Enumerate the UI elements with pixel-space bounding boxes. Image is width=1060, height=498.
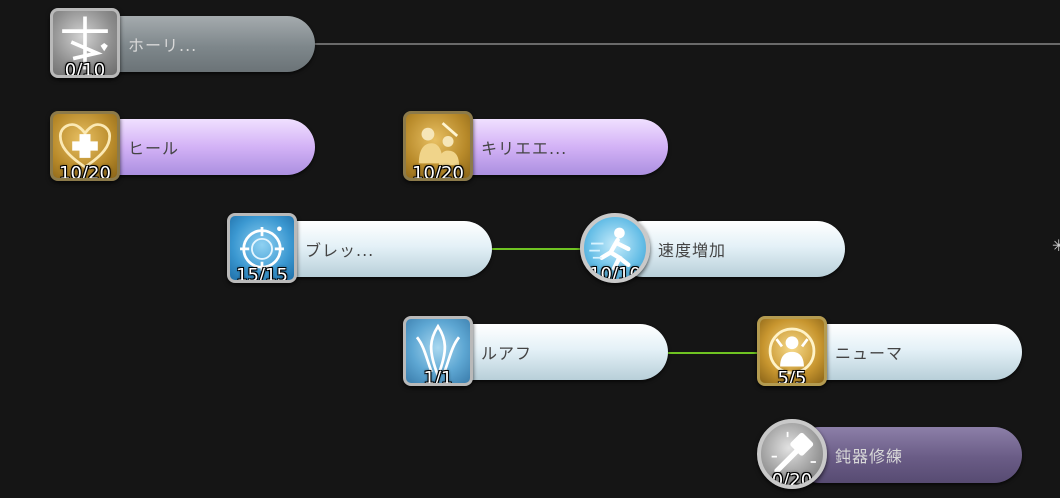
skill-node-holy[interactable]: ホーリ... 0/10 [50,8,318,84]
skill-name: ニューマ [835,344,904,363]
skill-level: 10/20 [412,163,464,181]
kneeling-figures-icon[interactable]: 10/20 [403,111,473,181]
offscreen-sparkle-icon: ✳ [1052,236,1060,255]
wing-flame-icon[interactable]: 1/1 [403,316,473,386]
heart-cross-icon[interactable]: 10/20 [50,111,120,181]
skill-name: ルアフ [481,344,533,363]
skill-level: 10/10 [589,264,641,283]
shielded-figure-icon[interactable]: 5/5 [757,316,827,386]
skill-node-heal[interactable]: ヒール 10/20 [50,111,318,187]
skill-level: 5/5 [777,368,807,386]
skill-node-pneuma[interactable]: ニューマ 5/5 [757,316,1025,392]
skill-tree: ホーリ... 0/10 ヒール 10/20 キリエエ... 10/20 ブレッ.… [0,0,1060,498]
skill-level: 10/20 [59,163,111,181]
skill-level: 15/15 [236,265,288,283]
skill-name: ホーリ... [128,36,198,55]
mace-icon[interactable]: 0/20 [757,419,827,489]
skill-name: 速度増加 [658,241,727,260]
skill-node-speed[interactable]: 速度増加 10/10 [580,213,848,289]
running-figure-icon[interactable]: 10/10 [580,213,650,283]
skill-level: 0/10 [64,60,106,78]
skill-node-mace[interactable]: 鈍器修練 0/20 [757,419,1025,495]
skill-node-blessing[interactable]: ブレッ... 15/15 [227,213,495,289]
skill-name: ブレッ... [305,241,375,260]
connector-ruwach-pneuma [668,352,763,354]
skill-name: 鈍器修練 [835,447,904,466]
holy-cross-icon[interactable]: 0/10 [50,8,120,78]
skill-level: 0/20 [771,470,813,489]
connector-blessing-speed [492,248,587,250]
skill-name: キリエエ... [481,139,568,158]
skill-node-kyrie[interactable]: キリエエ... 10/20 [403,111,671,187]
skill-level: 1/1 [423,368,453,386]
radiant-circle-icon[interactable]: 15/15 [227,213,297,283]
connector-holy [315,43,1060,45]
skill-name: ヒール [128,139,180,158]
skill-node-ruwach[interactable]: ルアフ 1/1 [403,316,671,392]
